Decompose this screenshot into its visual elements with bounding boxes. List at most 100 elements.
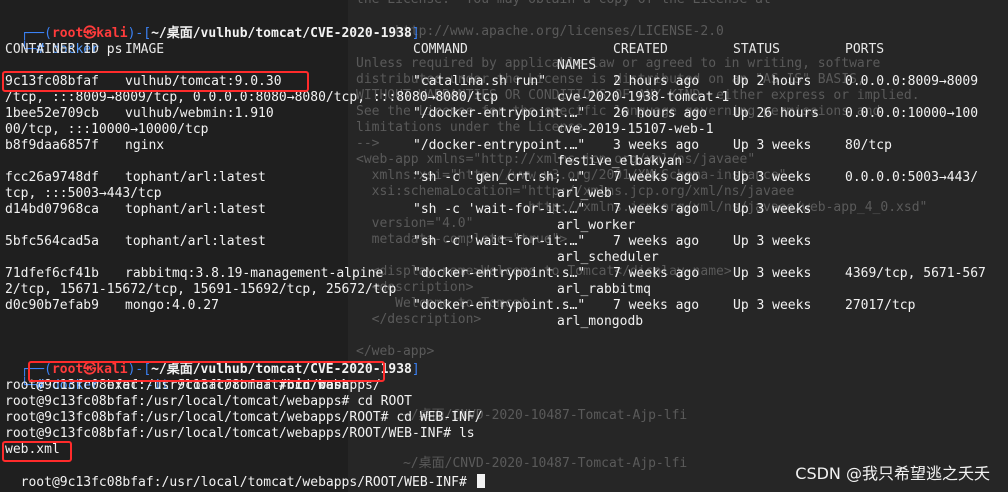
cell-image: tophant/arl:latest (125, 170, 266, 185)
terminal-cursor (476, 474, 485, 488)
container-row: 1bee52e709cb vulhub/webmin:1.910 "/docker-… (5, 106, 1005, 122)
container-row-wrap: arl_scheduler (5, 250, 1005, 266)
cell-name: arl_mongodb (557, 314, 644, 329)
cell-command: "sh -c 'wait-for-it.…" (413, 202, 586, 217)
cell-id: 71dfef6cf41b (5, 266, 99, 281)
cell-name: cve-2019-15107-web-1 (557, 122, 714, 137)
cell-command: "/docker-entrypoint.…" (413, 106, 586, 121)
cell-name: arl_web (557, 186, 612, 201)
cell-image: vulhub/webmin:1.910 (125, 106, 274, 121)
prompt-frame: )-[ (127, 26, 152, 41)
header-container-id: CONTAINER ID (5, 42, 99, 57)
cell-created: 26 hours ago (613, 106, 707, 121)
background-text-line: the License. You may obtain a copy of th… (356, 0, 771, 8)
header-names: NAMES (557, 58, 597, 73)
shell-line: root@9c13fc08bfaf:/usr/local/tomcat/weba… (5, 426, 475, 441)
shell-line: root@9c13fc08bfaf:/usr/local/tomcat# cd … (5, 378, 381, 393)
cell-created: 7 weeks ago (613, 170, 700, 185)
cell-status: Up 3 weeks (733, 298, 812, 313)
cell-status: Up 3 weeks (733, 170, 812, 185)
cell-id: 5bfc564cad5a (5, 234, 99, 249)
container-row: d14bd07968ca tophant/arl:latest "sh -c 'wa… (5, 202, 1005, 218)
cell-id: b8f9daa6857f (5, 138, 99, 153)
cell-ports-wrap: 00/tcp, :::10000→10000/tcp (5, 122, 209, 137)
cell-name: cve-2020-1938-tomcat-1 (557, 90, 730, 105)
container-row-wrap: /tcp, :::8009→8009/tcp, 0.0.0.0:8080→808… (5, 90, 1005, 106)
container-row: 71dfef6cf41b rabbitmq:3.8.19-management-a… (5, 266, 1005, 282)
cell-name: arl_scheduler (557, 250, 659, 265)
cell-command: "sh -c 'gen_crt.sh; …" (413, 170, 586, 185)
command-line-2: └─# docker exec -it 9c13fc08bfaf /bin/ba… (5, 362, 350, 393)
cell-id: d14bd07968ca (5, 202, 99, 217)
cell-ports: 27017/tcp (845, 298, 916, 313)
cell-id: 9c13fc08bfaf (5, 74, 99, 89)
cell-name: festive_elbakyan (557, 154, 683, 169)
prompt-line-1: ┌──(root㉿kali)-[~/桌面/vulhub/tomcat/CVE-2… (5, 10, 420, 41)
cell-name: arl_rabbitmq (557, 282, 651, 297)
cell-command: "sh -c 'wait-for-it.…" (413, 234, 586, 249)
cell-ports: 0.0.0.0:5003→443/ (845, 170, 979, 185)
cell-created: 7 weeks ago (613, 202, 700, 217)
header-command: COMMAND (413, 42, 468, 57)
cell-id: fcc26a9748df (5, 170, 99, 185)
cell-command: "catalina.sh run" (413, 74, 547, 89)
cell-image: rabbitmq:3.8.19-management-alpine (125, 266, 384, 281)
cell-image: nginx (125, 138, 165, 153)
header-image: IMAGE (125, 42, 165, 57)
prompt-line-2: ┌──(root㉿kali)-[~/桌面/vulhub/tomcat/CVE-2… (5, 346, 420, 377)
shell-line: root@9c13fc08bfaf:/usr/local/tomcat/weba… (5, 410, 483, 425)
cell-command: "docker-entrypoint.s…" (413, 298, 586, 313)
cell-image: tophant/arl:latest (125, 234, 266, 249)
cell-status: Up 3 weeks (733, 234, 812, 249)
cell-name: arl_worker (557, 218, 636, 233)
cell-status: Up 3 weeks (733, 202, 812, 217)
header-ports: PORTS (845, 42, 885, 57)
cell-image: vulhub/tomcat:9.0.30 (125, 74, 282, 89)
container-row-wrap: arl_mongodb (5, 314, 1005, 330)
cell-ports: 0.0.0.0:10000→100 (845, 106, 979, 121)
container-row-wrap: festive_elbakyan (5, 154, 1005, 170)
command-line-1: └─# docker ps (5, 26, 123, 57)
cell-created: 7 weeks ago (613, 266, 700, 281)
prompt-path: ~/桌面/vulhub/tomcat/CVE-2020-1938 (151, 26, 412, 41)
cell-ports-wrap: /tcp, :::8009→8009/tcp, 0.0.0.0:8080→808… (5, 90, 499, 105)
cell-ports: 80/tcp (845, 138, 892, 153)
cell-command: "/docker-entrypoint.…" (413, 138, 586, 153)
cell-status: Up 2 hours (733, 74, 812, 89)
cell-created: 2 hours ago (613, 74, 700, 89)
ls-output: web.xml (5, 442, 60, 457)
container-row-wrap: tcp, :::5003→443/tcp arl_web (5, 186, 1005, 202)
cell-created: 7 weeks ago (613, 298, 700, 313)
cell-created: 3 weeks ago (613, 138, 700, 153)
cell-status: Up 3 weeks (733, 266, 812, 281)
container-row-wrap: 00/tcp, :::10000→10000/tcp cve-2019-15107… (5, 122, 1005, 138)
docker-ps-header-names: NAMES (5, 58, 1005, 74)
container-row: b8f9daa6857f nginx "/docker-entrypoint.…" 3… (5, 138, 1005, 154)
cell-image: tophant/arl:latest (125, 202, 266, 217)
container-row-wrap: 2/tcp, 15671-15672/tcp, 15691-15692/tcp,… (5, 282, 1005, 298)
watermark: CSDN @我只希望逃之夭夭 (795, 464, 990, 483)
cell-status: Up 26 hours (733, 106, 820, 121)
shell-line: root@9c13fc08bfaf:/usr/local/tomcat/weba… (5, 394, 412, 409)
cell-command: "docker-entrypoint.s…" (413, 266, 586, 281)
header-created: CREATED (613, 42, 668, 57)
cell-status: Up 3 weeks (733, 138, 812, 153)
cell-image: mongo:4.0.27 (125, 298, 219, 313)
cell-created: 7 weeks ago (613, 234, 700, 249)
shell-prompt-active[interactable]: root@9c13fc08bfaf:/usr/local/tomcat/weba… (5, 458, 485, 490)
cell-ports-wrap: tcp, :::5003→443/tcp (5, 186, 162, 201)
container-row: 5bfc564cad5a tophant/arl:latest "sh -c 'wa… (5, 234, 1005, 250)
cell-ports-wrap: 2/tcp, 15671-15672/tcp, 15691-15692/tcp,… (5, 282, 397, 297)
prompt-frame: ] (411, 362, 420, 377)
cell-ports: 0.0.0.0:8009→8009 (845, 74, 979, 89)
container-row: d0c90b7efab9 mongo:4.0.27 "docker-entrypoi… (5, 298, 1005, 314)
shell-prompt-text: root@9c13fc08bfaf:/usr/local/tomcat/weba… (20, 475, 475, 490)
container-row-wrap: arl_worker (5, 218, 1005, 234)
cell-id: 1bee52e709cb (5, 106, 99, 121)
cell-ports: 4369/tcp, 5671-567 (845, 266, 986, 281)
prompt-frame: ] (411, 26, 420, 41)
header-status: STATUS (733, 42, 780, 57)
cell-id: d0c90b7efab9 (5, 298, 99, 313)
container-row: 9c13fc08bfaf vulhub/tomcat:9.0.30 "catalin… (5, 74, 1005, 90)
container-row: fcc26a9748df tophant/arl:latest "sh -c 'ge… (5, 170, 1005, 186)
